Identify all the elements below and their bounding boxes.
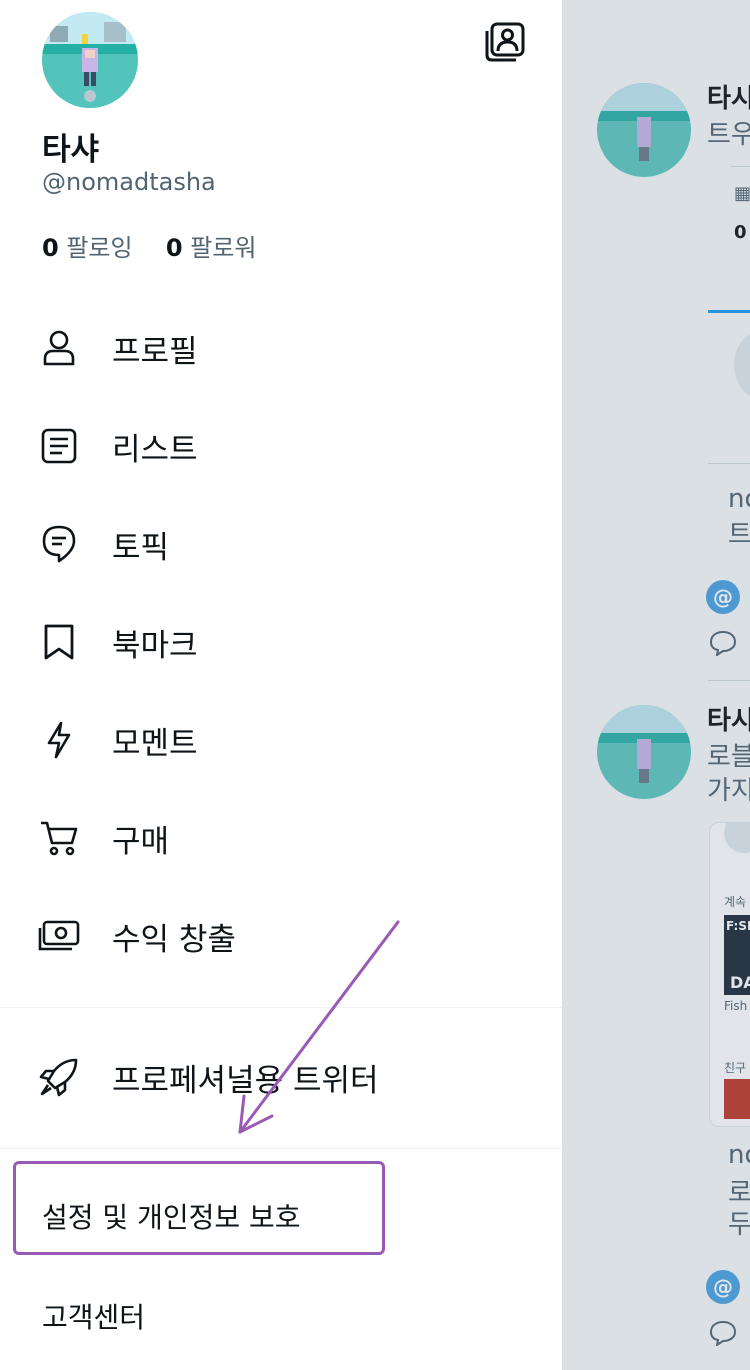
avatar[interactable]	[42, 12, 138, 108]
following-label: 팔로잉	[66, 234, 133, 262]
followers-label: 팔로워	[190, 234, 257, 262]
cart-icon	[38, 817, 80, 859]
topic-icon	[38, 523, 80, 565]
follow-stats: 0 팔로잉 0 팔로워	[42, 228, 256, 263]
menu-label: 북마크	[112, 627, 198, 664]
menu-label: 토픽	[112, 529, 170, 566]
help-center-link[interactable]: 고객센터	[42, 1296, 145, 1336]
followers-count: 0	[165, 234, 183, 262]
bookmark-icon	[38, 621, 80, 663]
annotation-highlight-box	[13, 1161, 385, 1255]
money-icon	[38, 915, 80, 957]
menu-item-profile[interactable]: 프로필	[0, 308, 562, 388]
username-handle[interactable]: @nomadtasha	[42, 168, 216, 196]
following-link[interactable]: 0 팔로잉	[42, 234, 140, 262]
display-name[interactable]: 타샤	[42, 124, 99, 169]
person-icon	[38, 327, 80, 369]
avatar-image	[42, 12, 138, 108]
annotation-arrow	[238, 920, 400, 1134]
lightning-icon	[38, 719, 80, 761]
menu-label: 프로필	[112, 333, 198, 370]
menu-item-lists[interactable]: 리스트	[0, 406, 562, 486]
menu-label: 리스트	[112, 431, 198, 468]
menu-label: 구매	[112, 823, 170, 860]
menu-item-topics[interactable]: 토픽	[0, 504, 562, 584]
rocket-icon	[38, 1056, 80, 1098]
menu-item-purchases[interactable]: 구매	[0, 798, 562, 878]
drawer-scrim[interactable]	[562, 0, 750, 1370]
navigation-drawer: 타샤 @nomadtasha 0 팔로잉 0 팔로워 프로필 리스트 토픽 북마…	[0, 0, 562, 1370]
list-icon	[38, 425, 80, 467]
menu-item-bookmarks[interactable]: 북마크	[0, 602, 562, 682]
menu-item-moments[interactable]: 모멘트	[0, 700, 562, 780]
following-count: 0	[42, 234, 59, 262]
switch-account-icon[interactable]	[485, 22, 525, 62]
followers-link[interactable]: 0 팔로워	[166, 234, 257, 262]
menu-label: 모멘트	[112, 725, 198, 762]
